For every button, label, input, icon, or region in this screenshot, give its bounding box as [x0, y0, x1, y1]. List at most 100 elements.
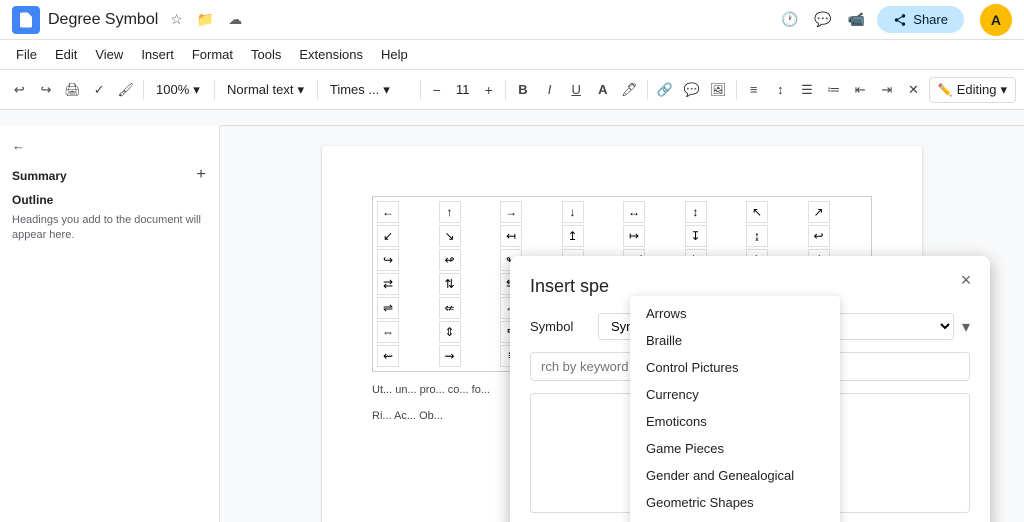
symbol-cell[interactable]: ⇔	[377, 321, 399, 343]
spellcheck-button[interactable]: ✓	[88, 77, 111, 103]
symbol-cell[interactable]: ↑	[439, 201, 461, 223]
font-size-increase[interactable]: +	[479, 80, 499, 100]
highlight-button[interactable]: 🖊	[618, 77, 641, 103]
image-button[interactable]: 🖼	[707, 77, 730, 103]
italic-button[interactable]: I	[538, 77, 561, 103]
align-button[interactable]: ≡	[742, 77, 765, 103]
symbol-cell[interactable]: ↩	[808, 225, 830, 247]
menu-tools[interactable]: Tools	[243, 43, 289, 66]
app-icon	[12, 6, 40, 34]
doc-area: ← ↑ → ↓ ↔ ↕ ↖ ↗ ↙ ↘ ↤ ↥ ↦ ↧ ↨ ↩ ↪	[220, 126, 1024, 522]
symbol-cell[interactable]: ↫	[439, 249, 461, 271]
dropdown-item-arrows[interactable]: Arrows	[630, 300, 840, 327]
symbol-cell[interactable]: ↨	[746, 225, 768, 247]
paint-format-button[interactable]: 🖌	[115, 77, 138, 103]
link-button[interactable]: 🔗	[654, 77, 677, 103]
dropdown-item-emoticons[interactable]: Emoticons	[630, 408, 840, 435]
avatar[interactable]: A	[980, 4, 1012, 36]
symbol-cell[interactable]: ↥	[562, 225, 584, 247]
symbol-cell[interactable]: ⇌	[377, 297, 399, 319]
line-spacing-button[interactable]: ↕	[769, 77, 792, 103]
menu-help[interactable]: Help	[373, 43, 416, 66]
menu-view[interactable]: View	[87, 43, 131, 66]
numbered-list-button[interactable]: ≔	[822, 77, 845, 103]
separator-5	[505, 80, 506, 100]
symbol-cell[interactable]: ↧	[685, 225, 707, 247]
style-dropdown[interactable]: Normal text ▾	[221, 77, 311, 103]
symbol-cell[interactable]: ↖	[746, 201, 768, 223]
separator-4	[420, 80, 421, 100]
symbol-cell[interactable]: →	[500, 201, 522, 223]
separator-3	[317, 80, 318, 100]
symbol-cell[interactable]: ↦	[623, 225, 645, 247]
dropdown-item-gender[interactable]: Gender and Genealogical	[630, 462, 840, 489]
dialog-close-button[interactable]: ×	[954, 268, 978, 292]
symbol-cell[interactable]: ⇅	[439, 273, 461, 295]
undo-button[interactable]: ↩	[8, 77, 31, 103]
main-area: ← Summary + Outline Headings you add to …	[0, 126, 1024, 522]
separator-6	[647, 80, 648, 100]
history-icon[interactable]: 🕐	[777, 9, 802, 30]
symbol-cell[interactable]: ⇜	[377, 345, 399, 367]
share-button[interactable]: Share	[877, 6, 964, 33]
list-button[interactable]: ☰	[796, 77, 819, 103]
outline-label: Outline	[8, 185, 211, 209]
underline-button[interactable]: U	[565, 77, 588, 103]
editing-label: Editing	[957, 82, 997, 97]
symbol-cell[interactable]: ↘	[439, 225, 461, 247]
indent-increase-button[interactable]: ⇥	[876, 77, 899, 103]
symbol-cell[interactable]: ↔	[623, 201, 645, 223]
star-icon[interactable]: ☆	[166, 9, 187, 30]
dropdown-item-keyboard-ui[interactable]: Keyboard and UI	[630, 516, 840, 522]
symbol-cell[interactable]: ⇕	[439, 321, 461, 343]
dialog-title: Insert spe	[530, 276, 970, 297]
print-button[interactable]: 🖨	[61, 77, 84, 103]
outline-hint: Headings you add to the document will ap…	[8, 209, 211, 248]
chevron-down-icon: ▾	[962, 317, 970, 337]
clear-format-button[interactable]: ✕	[902, 77, 925, 103]
dropdown-item-geometric-shapes[interactable]: Geometric Shapes	[630, 489, 840, 516]
text-color-button[interactable]: A	[592, 77, 615, 103]
font-size-display: 11	[448, 82, 478, 97]
symbol-cell[interactable]: ↕	[685, 201, 707, 223]
separator-2	[214, 80, 215, 100]
symbol-cell[interactable]: ↓	[562, 201, 584, 223]
share-label: Share	[913, 12, 948, 27]
zoom-dropdown[interactable]: 100% ▾	[150, 77, 208, 103]
comment-icon[interactable]: 💬	[810, 9, 835, 30]
title-bar: Degree Symbol ☆ 📁 ☁ 🕐 💬 📹 Share A	[0, 0, 1024, 40]
dropdown-item-control-pictures[interactable]: Control Pictures	[630, 354, 840, 381]
video-icon[interactable]: 📹	[844, 9, 869, 30]
font-dropdown[interactable]: Times ... ▾	[324, 77, 414, 103]
ruler	[220, 110, 1024, 126]
menu-insert[interactable]: Insert	[133, 43, 182, 66]
indent-decrease-button[interactable]: ⇤	[849, 77, 872, 103]
dropdown-item-currency[interactable]: Currency	[630, 381, 840, 408]
dropdown-item-game-pieces[interactable]: Game Pieces	[630, 435, 840, 462]
redo-button[interactable]: ↪	[35, 77, 58, 103]
back-arrow-icon: ←	[12, 138, 25, 153]
symbol-cell[interactable]: ↗	[808, 201, 830, 223]
cloud-icon[interactable]: ☁	[224, 9, 246, 30]
symbol-cell[interactable]: ↪	[377, 249, 399, 271]
symbol-cell[interactable]: ←	[377, 201, 399, 223]
symbol-cell[interactable]: ↙	[377, 225, 399, 247]
menu-file[interactable]: File	[8, 43, 45, 66]
menu-edit[interactable]: Edit	[47, 43, 85, 66]
menu-extensions[interactable]: Extensions	[291, 43, 371, 66]
symbol-cell[interactable]: ↤	[500, 225, 522, 247]
dropdown-item-braille[interactable]: Braille	[630, 327, 840, 354]
editing-dropdown[interactable]: ✏️ Editing ▾	[929, 77, 1016, 103]
comment-button[interactable]: 💬	[680, 77, 703, 103]
font-size-decrease[interactable]: −	[427, 80, 447, 100]
add-summary-button[interactable]: +	[191, 165, 211, 185]
bold-button[interactable]: B	[512, 77, 535, 103]
symbol-cell[interactable]: ⇝	[439, 345, 461, 367]
font-size-area: − 11 +	[427, 80, 499, 100]
symbol-cell[interactable]: ⇍	[439, 297, 461, 319]
summary-label: Summary	[8, 165, 71, 185]
folder-icon[interactable]: 📁	[193, 9, 218, 30]
symbol-cell[interactable]: ⇄	[377, 273, 399, 295]
sidebar-back-button[interactable]: ←	[8, 134, 211, 157]
menu-format[interactable]: Format	[184, 43, 241, 66]
